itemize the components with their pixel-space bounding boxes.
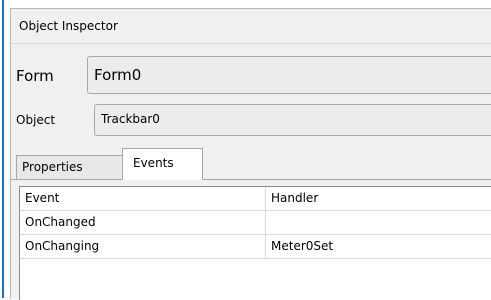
event-name-cell: OnChanging — [20, 235, 266, 258]
table-row[interactable]: OnChanged — [20, 211, 491, 235]
screen: Object Inspector Form Form0 Object Track… — [0, 0, 491, 300]
tab-events[interactable]: Events — [122, 148, 203, 180]
object-label: Object — [16, 113, 56, 127]
object-select[interactable]: Trackbar0 — [94, 104, 491, 136]
column-header-handler[interactable]: Handler — [266, 187, 491, 210]
window-edge — [2, 0, 4, 298]
handler-cell[interactable]: Meter0Set — [266, 235, 491, 258]
tab-properties-label: Properties — [22, 160, 83, 174]
tab-properties[interactable]: Properties — [16, 155, 123, 180]
form-select[interactable]: Form0 — [87, 56, 491, 94]
handler-cell[interactable] — [266, 211, 491, 234]
panel-title: Object Inspector — [19, 19, 118, 33]
table-row[interactable]: OnChanging Meter0Set — [20, 235, 491, 259]
object-select-value: Trackbar0 — [101, 112, 160, 126]
panel-titlebar[interactable]: Object Inspector — [11, 9, 491, 44]
column-header-event[interactable]: Event — [20, 187, 266, 210]
tab-events-label: Events — [133, 156, 174, 170]
object-inspector-panel: Object Inspector Form Form0 Object Track… — [10, 8, 491, 300]
events-grid: Event Handler OnChanged OnChanging Meter… — [19, 186, 491, 300]
form-select-value: Form0 — [94, 66, 142, 84]
event-name-cell: OnChanged — [20, 211, 266, 234]
form-label: Form — [16, 67, 54, 85]
grid-header-row: Event Handler — [20, 187, 491, 211]
